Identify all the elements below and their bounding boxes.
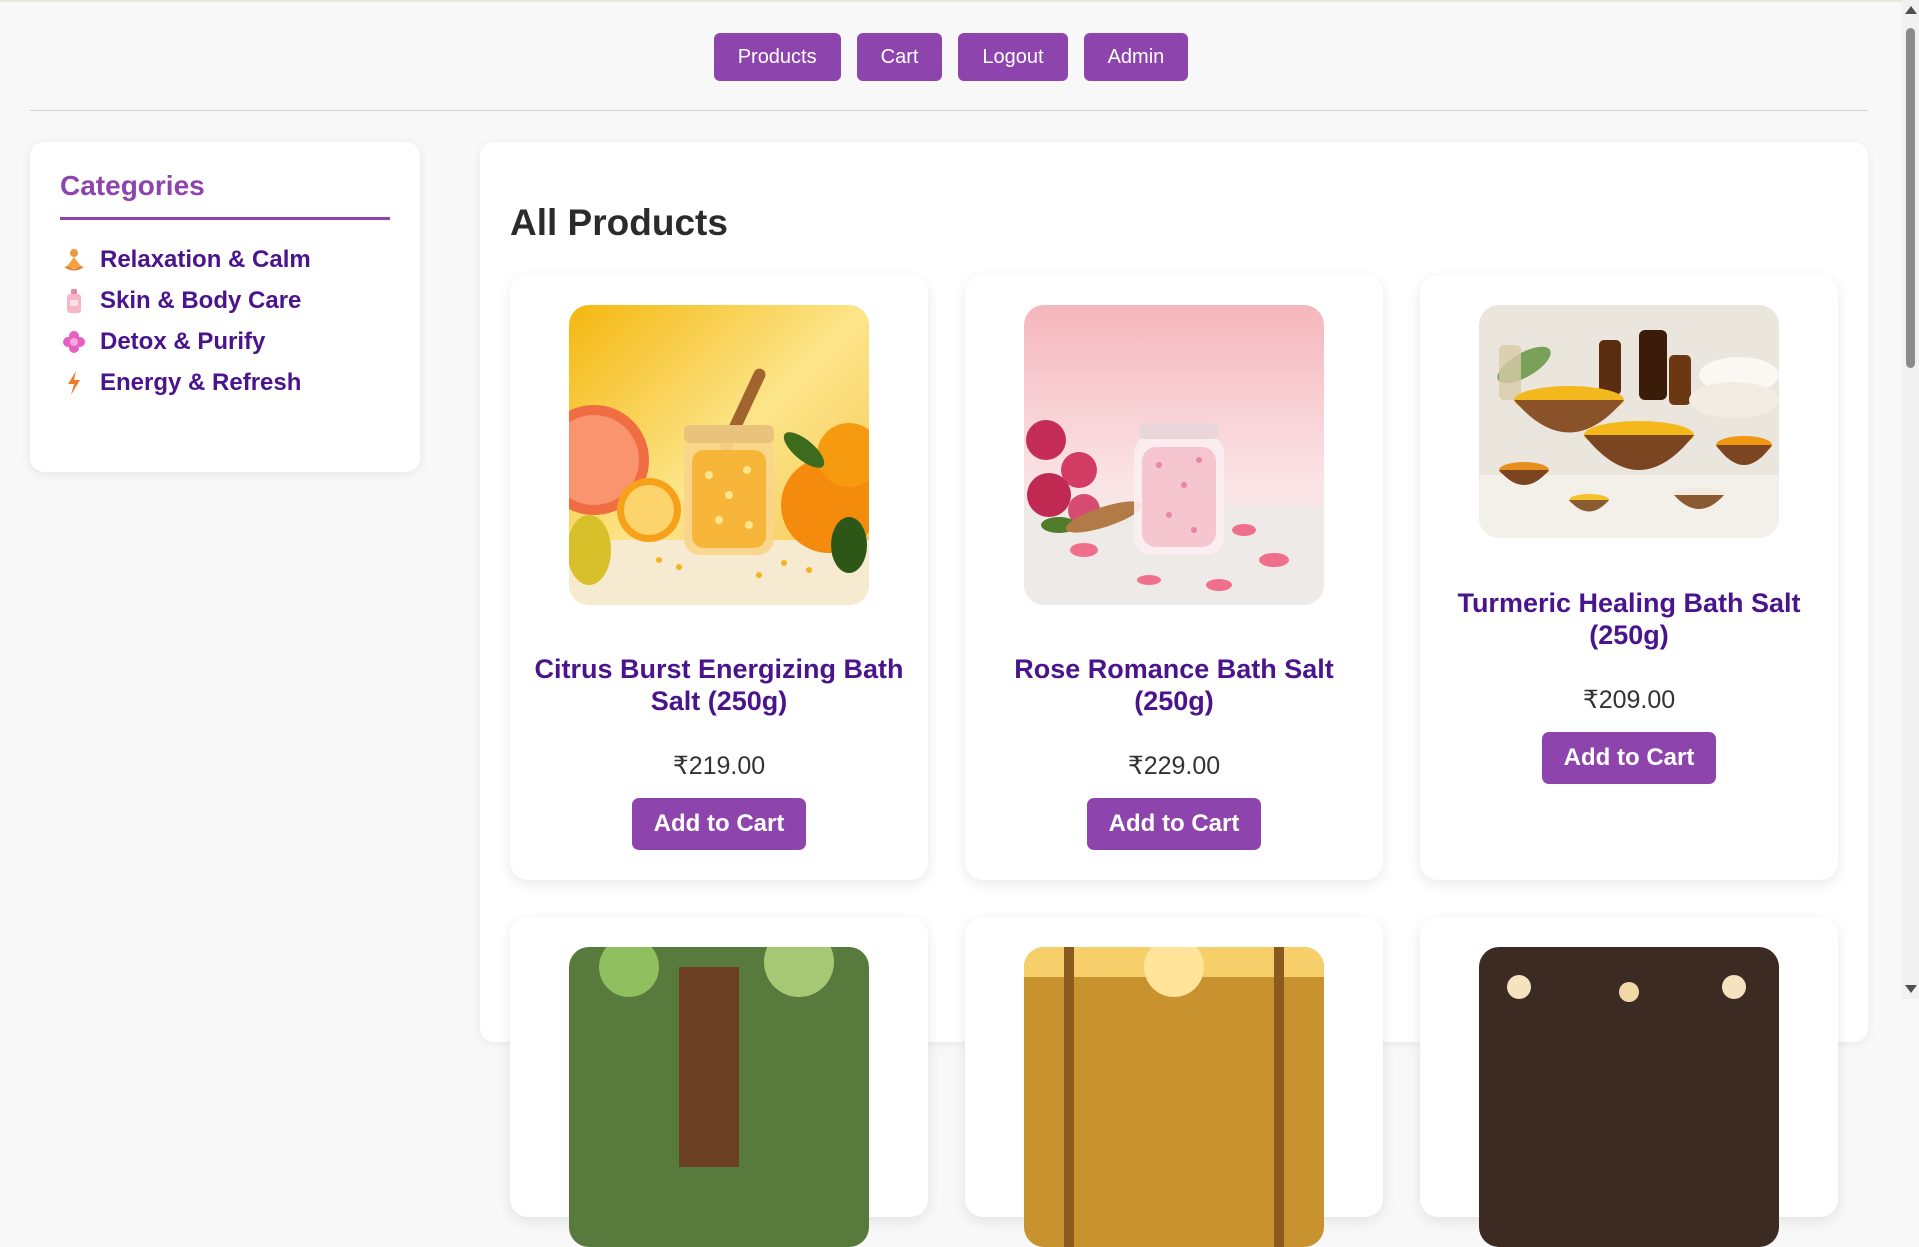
meditation-icon — [62, 247, 86, 273]
category-relaxation-calm[interactable]: Relaxation & Calm — [62, 246, 311, 274]
products-panel: All Products Citrus Burst Energizing Bat… — [480, 142, 1868, 1247]
scrollbar-thumb[interactable] — [1906, 28, 1915, 368]
categories-underline — [60, 217, 390, 220]
flower-icon — [62, 329, 86, 355]
add-to-cart-button[interactable]: Add to Cart — [1087, 798, 1261, 850]
lotion-bottle-icon — [62, 288, 86, 314]
top-nav: Products Cart Logout Admin — [0, 33, 1902, 81]
category-skin-body-care[interactable]: Skin & Body Care — [62, 287, 301, 315]
category-energy-refresh[interactable]: Energy & Refresh — [62, 369, 301, 397]
category-detox-purify[interactable]: Detox & Purify — [62, 328, 265, 356]
product-card — [510, 917, 928, 1247]
product-card: Turmeric Healing Bath Salt (250g) ₹209.0… — [1420, 275, 1838, 880]
product-image-turmeric[interactable] — [1479, 305, 1779, 538]
header-divider — [30, 110, 1868, 111]
category-label: Skin & Body Care — [100, 287, 302, 314]
product-price: ₹229.00 — [1127, 752, 1221, 780]
product-image-rose[interactable] — [1024, 305, 1324, 605]
category-label: Relaxation & Calm — [100, 246, 311, 273]
nav-admin-button[interactable]: Admin — [1083, 33, 1189, 81]
add-to-cart-button[interactable]: Add to Cart — [1542, 732, 1716, 784]
categories-title: Categories — [60, 170, 205, 201]
product-image-citrus[interactable] — [569, 305, 869, 605]
add-to-cart-button[interactable]: Add to Cart — [632, 798, 806, 850]
nav-logout-button[interactable]: Logout — [958, 33, 1068, 81]
product-price: ₹219.00 — [672, 752, 766, 780]
product-image-partial[interactable] — [1024, 947, 1324, 1247]
page-scrollbar[interactable] — [1902, 0, 1919, 999]
product-image-partial[interactable] — [1479, 947, 1779, 1247]
nav-products-button[interactable]: Products — [713, 33, 841, 81]
nav-cart-button[interactable]: Cart — [856, 33, 943, 81]
product-price: ₹209.00 — [1582, 686, 1676, 714]
product-image-partial[interactable] — [569, 947, 869, 1247]
scroll-up-arrow-icon[interactable] — [1905, 6, 1917, 14]
product-name: Rose Romance Bath Salt (250g) — [1014, 654, 1334, 716]
categories-sidebar: Categories Relaxation & Calm Skin & Body… — [30, 142, 420, 472]
scroll-down-arrow-icon[interactable] — [1905, 985, 1917, 993]
product-name: Turmeric Healing Bath Salt (250g) — [1457, 588, 1801, 650]
product-card: Citrus Burst Energizing Bath Salt (250g)… — [510, 275, 928, 880]
product-card — [1420, 917, 1838, 1247]
product-name: Citrus Burst Energizing Bath Salt (250g) — [534, 654, 904, 716]
product-card: Rose Romance Bath Salt (250g) ₹229.00 Ad… — [965, 275, 1383, 880]
top-border — [0, 0, 1919, 2]
category-label: Detox & Purify — [100, 328, 266, 355]
lightning-icon — [62, 370, 86, 396]
category-label: Energy & Refresh — [100, 369, 302, 396]
product-card — [965, 917, 1383, 1247]
page-title: All Products — [510, 202, 728, 243]
